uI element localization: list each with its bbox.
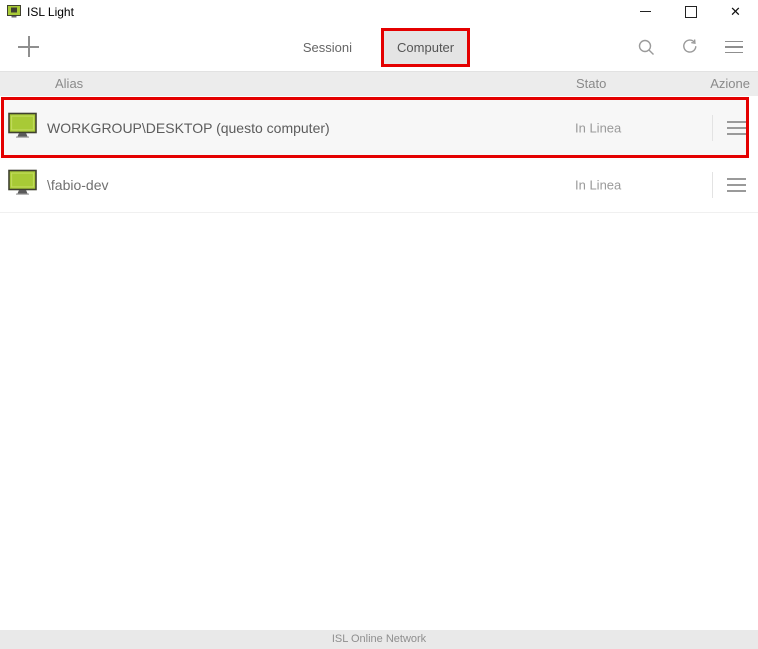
main-menu-button[interactable] bbox=[724, 37, 744, 57]
computer-alias: \fabio-dev bbox=[47, 177, 109, 193]
header-azione: Azione bbox=[710, 76, 750, 91]
toolbar-icons bbox=[636, 23, 744, 71]
row-action-button[interactable] bbox=[727, 178, 746, 192]
refresh-button[interactable] bbox=[680, 37, 700, 57]
close-button[interactable]: ✕ bbox=[713, 0, 758, 23]
network-label: ISL Online Network bbox=[331, 633, 427, 645]
divider bbox=[712, 114, 713, 141]
title-bar: ISL Light ✕ bbox=[0, 0, 758, 23]
table-header: Alias Stato Azione bbox=[0, 71, 758, 96]
toolbar: Sessioni Computer bbox=[0, 23, 758, 71]
search-button[interactable] bbox=[636, 37, 656, 57]
status-badge: In Linea bbox=[575, 177, 622, 193]
close-icon: ✕ bbox=[730, 4, 741, 19]
status-bar: ISL Online Network bbox=[0, 630, 758, 649]
table-row-fabio-dev[interactable]: \fabio-dev In Linea bbox=[0, 158, 758, 213]
minimize-button[interactable] bbox=[623, 0, 668, 23]
computer-icon bbox=[8, 112, 37, 143]
window-controls: ✕ bbox=[623, 0, 758, 23]
menu-icon bbox=[725, 40, 743, 54]
tab-sessioni[interactable]: Sessioni bbox=[288, 30, 367, 65]
header-stato: Stato bbox=[576, 76, 607, 91]
status-badge: In Linea bbox=[575, 120, 622, 135]
refresh-icon bbox=[682, 38, 696, 53]
tab-computer[interactable]: Computer bbox=[381, 27, 471, 67]
header-alias: Alias bbox=[55, 76, 84, 91]
maximize-button[interactable] bbox=[668, 0, 713, 23]
search-icon bbox=[638, 39, 654, 55]
window-title: ISL Light bbox=[27, 4, 74, 19]
computer-alias: WORKGROUP\DESKTOP (questo computer) bbox=[47, 119, 330, 136]
app-icon bbox=[7, 5, 21, 18]
minimize-icon bbox=[640, 11, 651, 12]
divider bbox=[712, 172, 713, 198]
computer-list: WORKGROUP\DESKTOP (questo computer) In L… bbox=[0, 97, 758, 213]
maximize-icon bbox=[684, 5, 697, 18]
computer-icon bbox=[8, 169, 37, 201]
row-action-button[interactable] bbox=[727, 120, 746, 135]
table-row-this-computer[interactable]: WORKGROUP\DESKTOP (questo computer) In L… bbox=[1, 97, 749, 158]
